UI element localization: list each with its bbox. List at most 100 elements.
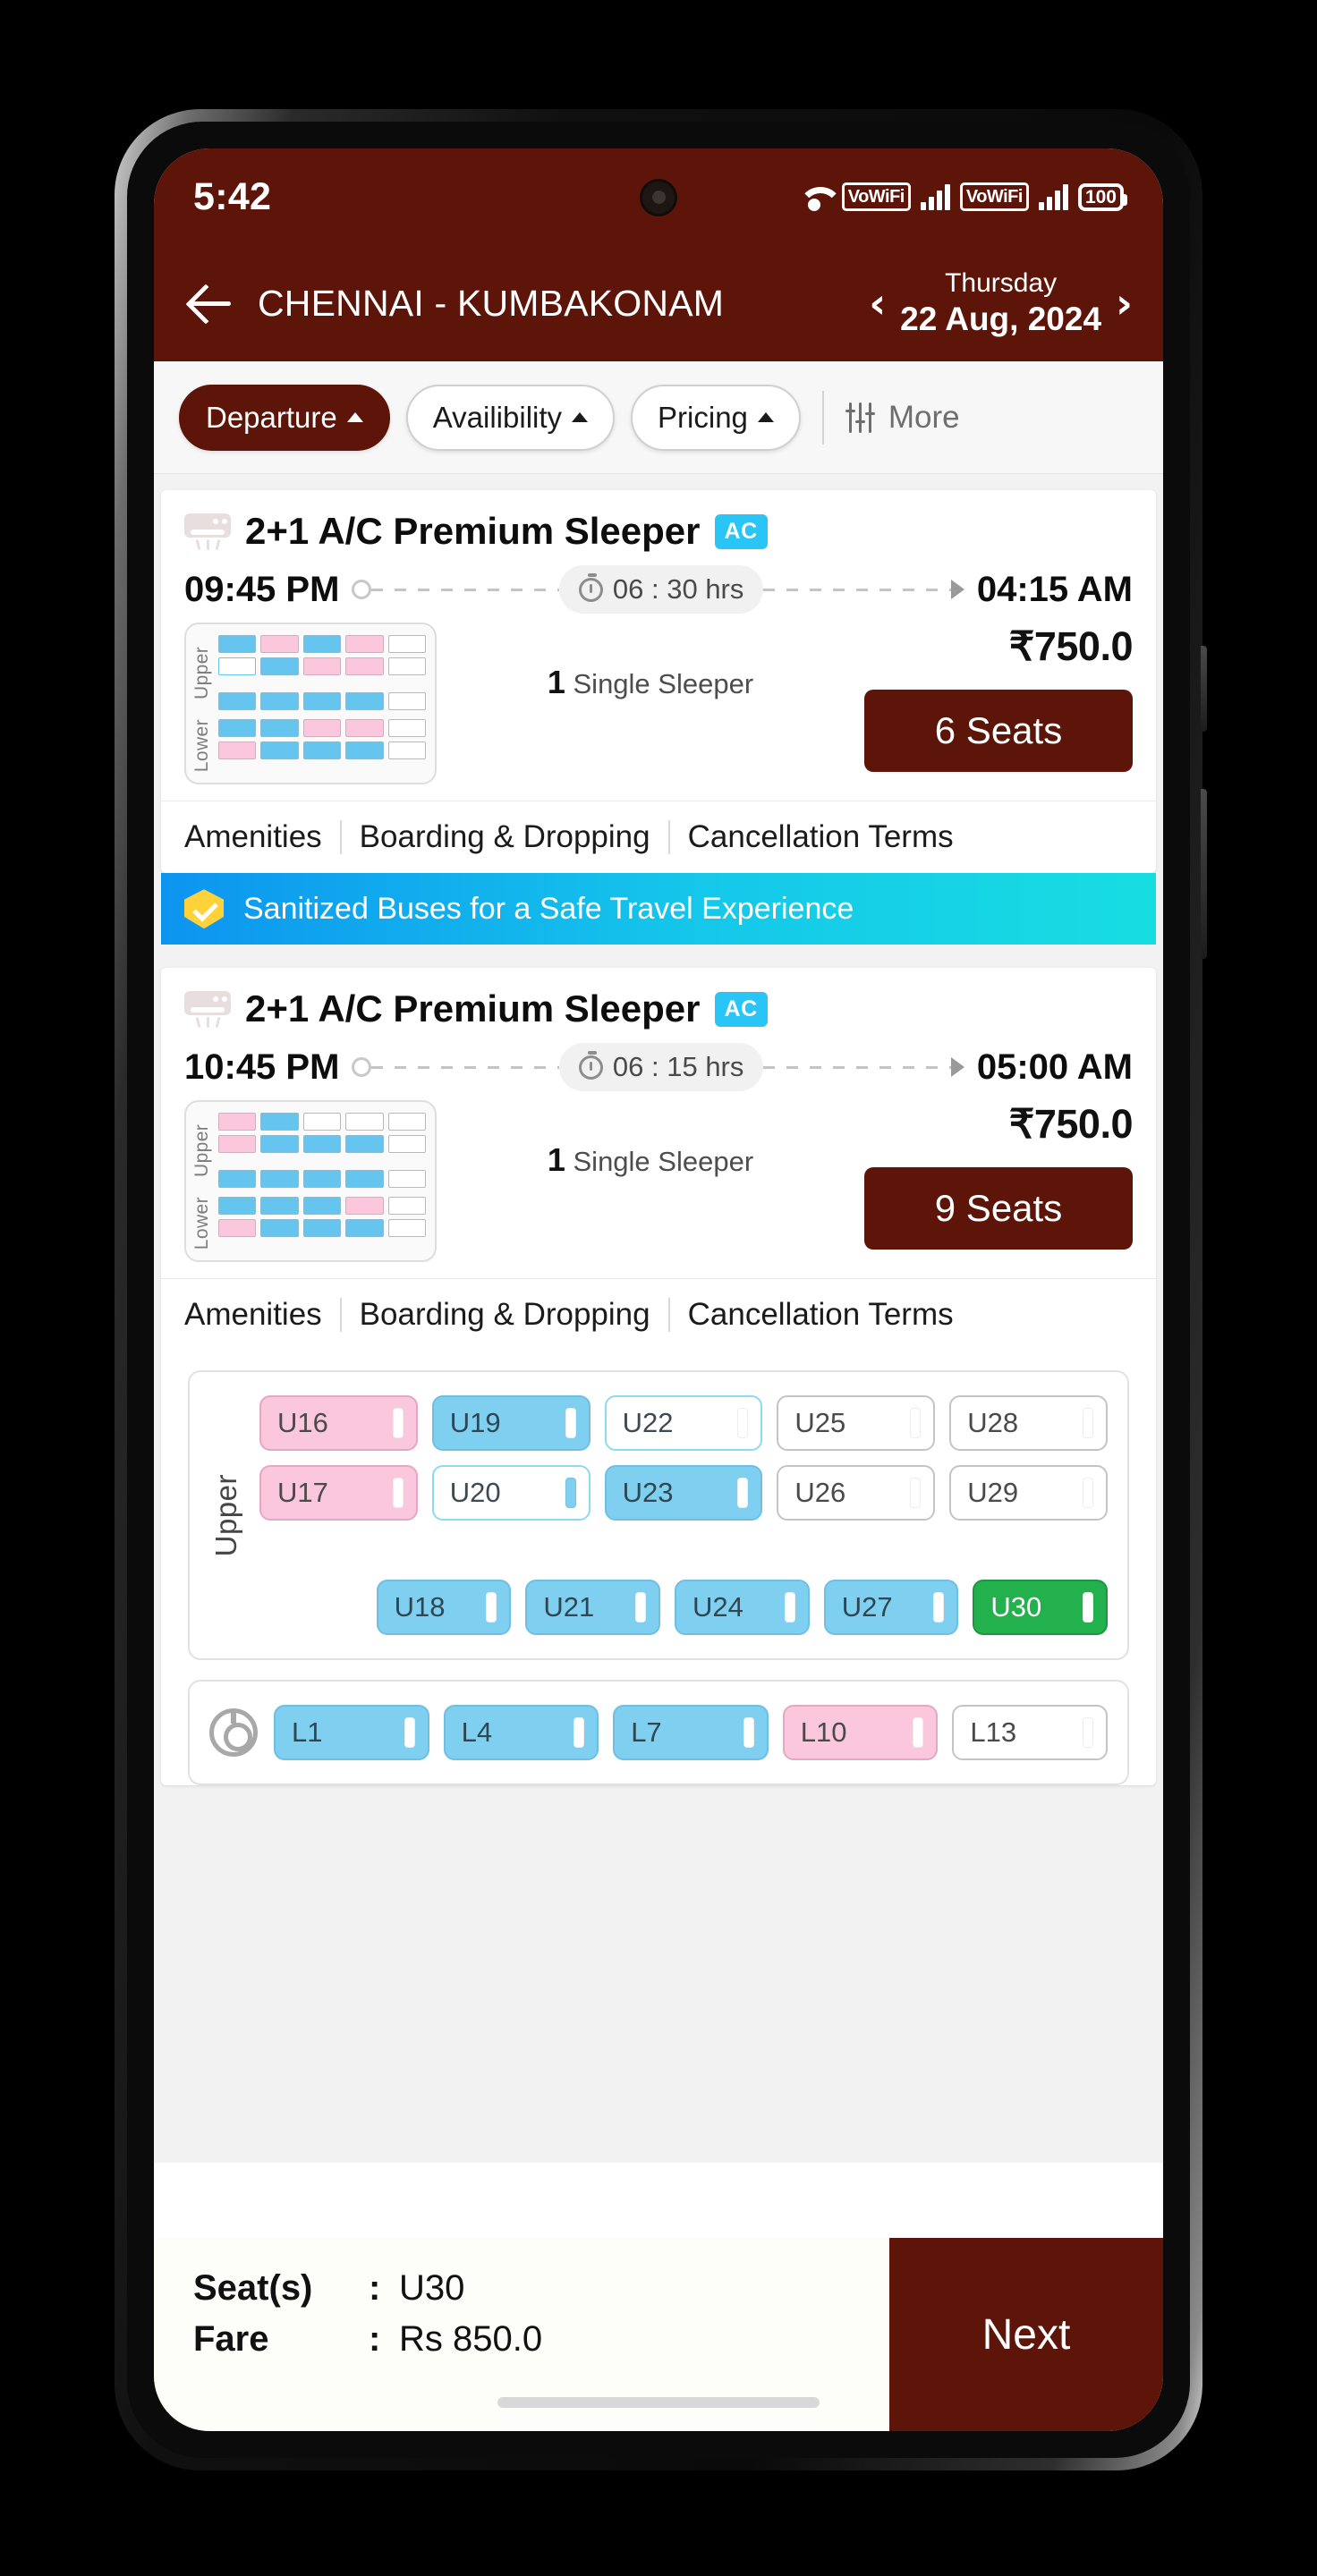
seat-U19[interactable]: U19 [431, 1395, 591, 1452]
seat-L1[interactable]: L1 [274, 1705, 429, 1761]
upper-deck-label: Upper [209, 1474, 242, 1557]
seat-U24[interactable]: U24 [675, 1580, 810, 1636]
seat-U18[interactable]: U18 [376, 1580, 512, 1636]
bus-card[interactable]: 2+1 A/C Premium Sleeper AC 10:45 PM 06 :… [161, 968, 1156, 1786]
pillow-icon [1082, 1717, 1093, 1749]
mini-lower-rows [218, 1197, 427, 1250]
seat-U22[interactable]: U22 [604, 1395, 763, 1452]
seats-available-button[interactable]: 9 Seats [864, 1167, 1133, 1250]
seat-label: L10 [800, 1716, 847, 1749]
seat-label: U20 [449, 1477, 501, 1509]
lower-deck-grid: L1 L4 L7 L10 L13 [274, 1705, 1108, 1761]
mini-seat-preview[interactable]: Upper Lower [184, 623, 437, 785]
bus-card[interactable]: 2+1 A/C Premium Sleeper AC 09:45 PM 06 :… [161, 490, 1156, 874]
seat-L7[interactable]: L7 [613, 1705, 769, 1761]
bus-price-block: ₹750.0 9 Seats [864, 1100, 1134, 1250]
phone-frame: 5:42 VoWiFi VoWiFi 100 CHENNAI - KUMBAKO… [115, 109, 1207, 2470]
seat-layout-panel: Upper U16 U19 U22 U25 U28 U17 U20 U23 U2… [188, 1370, 1129, 1786]
seat-label: L1 [292, 1716, 323, 1749]
pillow-icon [737, 1478, 749, 1509]
seat-row: U16 U19 U22 U25 U28 [259, 1395, 1108, 1452]
seat-U25[interactable]: U25 [777, 1395, 936, 1452]
seat-U30[interactable]: U30 [973, 1580, 1109, 1636]
seat-empty-slot [259, 1580, 362, 1635]
seat-U16[interactable]: U16 [259, 1395, 418, 1452]
mini-row [218, 635, 427, 653]
results-scroll-area[interactable]: 2+1 A/C Premium Sleeper AC 09:45 PM 06 :… [154, 474, 1163, 2227]
link-cancellation-terms[interactable]: Cancellation Terms [688, 819, 954, 855]
chevron-left-icon[interactable]: ‹ [869, 283, 886, 324]
arrival-time: 05:00 AM [976, 1046, 1133, 1087]
seat-U17[interactable]: U17 [259, 1465, 418, 1521]
seat-L10[interactable]: L10 [782, 1705, 939, 1761]
link-amenities[interactable]: Amenities [184, 819, 322, 855]
link-amenities[interactable]: Amenities [184, 1297, 322, 1333]
sleeper-count-line: 1 Single Sleeper [446, 664, 855, 701]
bus-card-header: 2+1 A/C Premium Sleeper AC [161, 490, 1156, 558]
sanitized-banner: Sanitized Buses for a Safe Travel Experi… [161, 873, 1156, 945]
seats-available-button[interactable]: 6 Seats [864, 690, 1133, 772]
pillow-icon [565, 1408, 576, 1439]
seat-U23[interactable]: U23 [604, 1465, 763, 1521]
vowifi-badge-1: VoWiFi [841, 182, 911, 211]
seat-U21[interactable]: U21 [525, 1580, 661, 1636]
status-time: 5:42 [193, 174, 272, 218]
pillow-icon [737, 1408, 749, 1439]
origin-dot-icon [352, 1057, 372, 1078]
filter-chip-availibility[interactable]: Availibility [405, 384, 616, 451]
seat-U27[interactable]: U27 [823, 1580, 959, 1636]
filter-chip-departure-label: Departure [206, 400, 337, 434]
phone-bezel: 5:42 VoWiFi VoWiFi 100 CHENNAI - KUMBAKO… [127, 122, 1190, 2458]
origin-dot-icon [352, 580, 372, 599]
seat-U20[interactable]: U20 [431, 1465, 591, 1521]
caret-up-icon [572, 412, 589, 422]
seat-label: U23 [622, 1477, 674, 1509]
link-cancellation-terms[interactable]: Cancellation Terms [688, 1297, 954, 1333]
mini-row [218, 1170, 427, 1189]
volume-button[interactable] [1201, 789, 1207, 959]
dashed-line [371, 588, 559, 591]
bus-timings: 10:45 PM 06 : 15 hrs 05:00 AM [161, 1036, 1156, 1092]
link-separator [339, 820, 342, 855]
more-filters-label: More [888, 399, 960, 435]
chevron-right-icon[interactable]: › [1116, 283, 1133, 324]
date-display: Thursday 22 Aug, 2024 [900, 267, 1101, 338]
seat-U28[interactable]: U28 [949, 1395, 1108, 1452]
back-arrow-icon[interactable] [184, 276, 238, 330]
seat-L13[interactable]: L13 [952, 1705, 1108, 1761]
seat-label: U24 [692, 1591, 743, 1623]
filter-chip-departure[interactable]: Departure [179, 384, 390, 451]
journey-line: 06 : 30 hrs [352, 565, 964, 614]
link-boarding-dropping[interactable]: Boarding & Dropping [360, 1297, 650, 1333]
fare-value: Rs 850.0 [399, 2319, 543, 2359]
android-navigation-pill[interactable] [497, 2397, 820, 2408]
lower-deck-box: L1 L4 L7 L10 L13 [188, 1680, 1129, 1786]
seat-label: L13 [970, 1716, 1017, 1749]
aisle-gap [259, 1535, 1108, 1565]
seat-label: U26 [794, 1477, 846, 1509]
mini-upper-rows [218, 1113, 427, 1189]
mini-lower-rows [218, 719, 427, 772]
seat-label: L7 [631, 1716, 662, 1749]
tune-icon [845, 402, 876, 433]
seat-type-info: 1 Single Sleeper [446, 623, 855, 701]
seat-U26[interactable]: U26 [777, 1465, 936, 1521]
filter-chip-pricing[interactable]: Pricing [631, 384, 801, 451]
sleeper-label: Single Sleeper [573, 668, 754, 699]
power-button[interactable] [1201, 646, 1207, 732]
mini-row [218, 692, 427, 710]
seat-label: U18 [394, 1591, 446, 1623]
bus-card-body: Upper Lower [161, 1091, 1156, 1278]
shield-check-icon [184, 889, 224, 928]
bus-name: 2+1 A/C Premium Sleeper [245, 987, 701, 1030]
seat-U29[interactable]: U29 [949, 1465, 1108, 1521]
caret-up-icon [346, 412, 363, 422]
more-filters-button[interactable]: More [845, 400, 960, 436]
fare-key-label: Fare [193, 2319, 269, 2359]
mini-seat-preview[interactable]: Upper Lower [184, 1100, 437, 1263]
next-button[interactable]: Next [889, 2238, 1163, 2431]
upper-deck-grid: U16 U19 U22 U25 U28 U17 U20 U23 U26 U29 … [259, 1395, 1109, 1636]
seat-L4[interactable]: L4 [443, 1705, 599, 1761]
mini-row [218, 741, 427, 759]
link-boarding-dropping[interactable]: Boarding & Dropping [360, 819, 650, 855]
